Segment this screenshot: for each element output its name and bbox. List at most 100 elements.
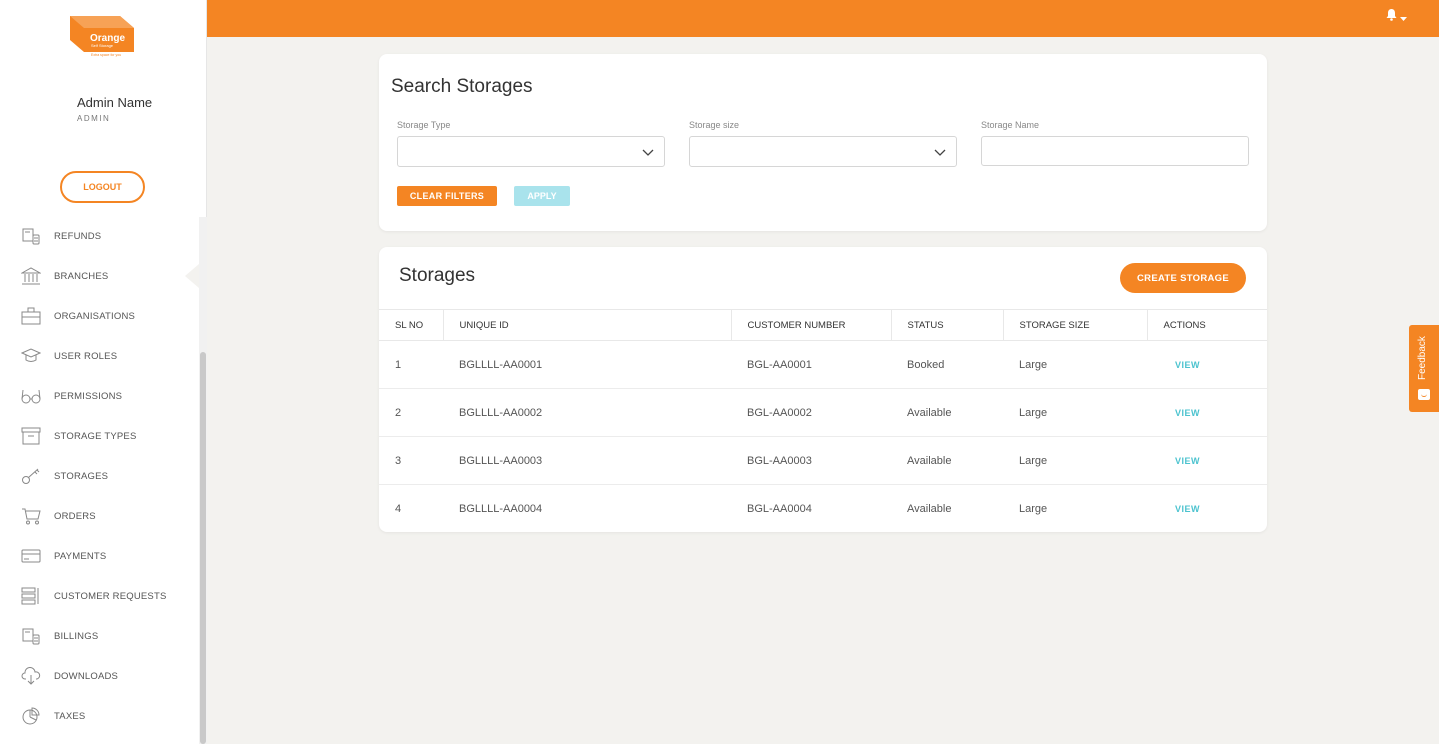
chevron-down-icon [934,145,946,163]
sidebar-item-downloads[interactable]: DOWNLOADS [0,656,198,696]
cell-storage-size: Large [1003,436,1147,485]
sidebar-item-billings[interactable]: BILLINGS [0,616,198,656]
sidebar-item-customer-requests[interactable]: CUSTOMER REQUESTS [0,576,198,616]
view-link[interactable]: VIEW [1163,456,1200,466]
storages-panel: Storages CREATE STORAGE SL NO UNIQUE ID … [379,247,1267,532]
briefcase-icon [21,306,41,326]
orange-self-storage-logo[interactable]: Orange Self Storage Extra space for you [68,14,138,58]
top-bar [207,0,1439,37]
column-header-status: STATUS [890,309,1003,341]
sidebar-item-label: TAXES [54,710,86,722]
refunds-icon [21,226,41,246]
sidebar-item-storage-types[interactable]: STORAGE TYPES [0,416,198,456]
cell-unique-id: BGLLLL-AA0001 [443,340,731,389]
cell-actions: VIEW [1147,485,1267,533]
sidebar-nav: REFUNDS BRANCHES ORGANISATIONS USER ROLE… [0,216,198,736]
cell-sl-no: 3 [379,436,443,485]
table-row: 4 BGLLLL-AA0004 BGL-AA0004 Available Lar… [379,485,1267,533]
cell-customer-number: BGL-AA0002 [731,388,891,437]
sidebar: Orange Self Storage Extra space for you … [0,0,207,744]
cell-actions: VIEW [1147,436,1267,485]
view-link[interactable]: VIEW [1163,504,1200,514]
feedback-tab[interactable]: Feedback [1409,325,1439,412]
clear-filters-button[interactable]: CLEAR FILTERS [397,186,497,206]
sidebar-item-label: ORDERS [54,510,96,522]
column-header-sl-no: SL NO [379,309,443,341]
storage-name-label: Storage Name [981,120,1040,130]
sidebar-item-label: STORAGES [54,470,109,482]
sidebar-item-orders[interactable]: ORDERS [0,496,198,536]
storages-table: SL NO UNIQUE ID CUSTOMER NUMBER STATUS S… [379,309,1267,533]
logo-tagline: Extra space for you [91,53,121,57]
admin-name: Admin Name [77,95,153,110]
storages-title: Storages [399,265,476,286]
sidebar-item-organisations[interactable]: ORGANISATIONS [0,296,198,336]
cell-storage-size: Large [1019,502,1048,515]
sidebar-item-label: DOWNLOADS [54,670,119,682]
sidebar-scrollbar-thumb[interactable] [200,352,206,744]
list-icon [21,586,41,606]
cart-icon [21,506,41,526]
sidebar-item-refunds[interactable]: REFUNDS [0,216,198,256]
sidebar-item-label: PAYMENTS [54,550,107,562]
admin-role: ADMIN [77,114,111,123]
sidebar-item-user-roles[interactable]: USER ROLES [0,336,198,376]
cell-sl-no: 2 [379,388,443,437]
column-header-storage-size: STORAGE SIZE [1002,309,1147,341]
storage-type-select[interactable] [397,136,665,167]
pie-chart-icon [21,706,41,726]
sidebar-item-label: STORAGE TYPES [54,430,137,442]
search-storages-panel: Search Storages Storage Type Storage siz… [379,54,1267,231]
cell-storage-size: Large [1003,340,1147,389]
sidebar-item-payments[interactable]: PAYMENTS [0,536,198,576]
cell-sl-no: 1 [379,340,443,389]
table-header-row: SL NO UNIQUE ID CUSTOMER NUMBER STATUS S… [379,309,1267,341]
sidebar-item-taxes[interactable]: TAXES [0,696,198,736]
feedback-label: Feedback [1417,336,1428,380]
sidebar-item-branches[interactable]: BRANCHES [0,256,198,296]
cell-status: Available [907,502,952,515]
column-header-unique-id: UNIQUE ID [442,309,731,341]
search-title: Search Storages [391,76,533,97]
cell-unique-id: BGLLLL-AA0004 [459,502,543,515]
cell-storage-size: Large [1003,388,1147,437]
active-item-indicator [185,264,199,288]
cell-customer-number: BGL-AA0001 [731,340,891,389]
cell-actions: VIEW [1147,340,1267,389]
sidebar-item-label: CUSTOMER REQUESTS [54,590,167,602]
cell-customer-number: BGL-AA0003 [731,436,891,485]
cell-status: Available [891,436,1003,485]
table-row: 3 BGLLLL-AA0003 BGL-AA0003 Available Lar… [379,436,1267,485]
key-icon [21,466,41,486]
graduation-cap-icon [21,346,41,366]
create-storage-button[interactable]: CREATE STORAGE [1120,263,1246,293]
sidebar-item-storages[interactable]: STORAGES [0,456,198,496]
caret-down-icon [1400,8,1407,26]
sidebar-item-label: BILLINGS [54,630,99,642]
sidebar-item-label: PERMISSIONS [54,390,123,402]
view-link[interactable]: VIEW [1163,360,1200,370]
archive-box-icon [21,426,41,446]
logout-button[interactable]: LOGOUT [60,171,145,203]
sidebar-item-permissions[interactable]: PERMISSIONS [0,376,198,416]
cell-sl-no: 4 [395,502,402,515]
cloud-download-icon [21,666,41,686]
storage-name-input[interactable] [981,136,1249,166]
table-row: 1 BGLLLL-AA0001 BGL-AA0001 Booked Large … [379,340,1267,389]
storage-size-label: Storage size [689,120,740,130]
column-header-actions: ACTIONS [1146,309,1267,341]
cell-unique-id: BGLLLL-AA0003 [443,436,731,485]
notifications-dropdown[interactable] [1386,8,1407,26]
storage-size-select[interactable] [689,136,957,167]
sidebar-item-label: ORGANISATIONS [54,310,136,322]
view-link[interactable]: VIEW [1163,408,1200,418]
glasses-icon [21,386,41,406]
chevron-down-icon [642,145,654,163]
cell-actions: VIEW [1147,388,1267,437]
logo-subtext: Self Storage [91,43,114,48]
bank-icon [21,266,41,286]
apply-button[interactable]: APPLY [514,186,570,206]
cell-unique-id: BGLLLL-AA0002 [443,388,731,437]
sidebar-item-label: USER ROLES [54,350,118,362]
sidebar-item-label: REFUNDS [54,230,102,242]
